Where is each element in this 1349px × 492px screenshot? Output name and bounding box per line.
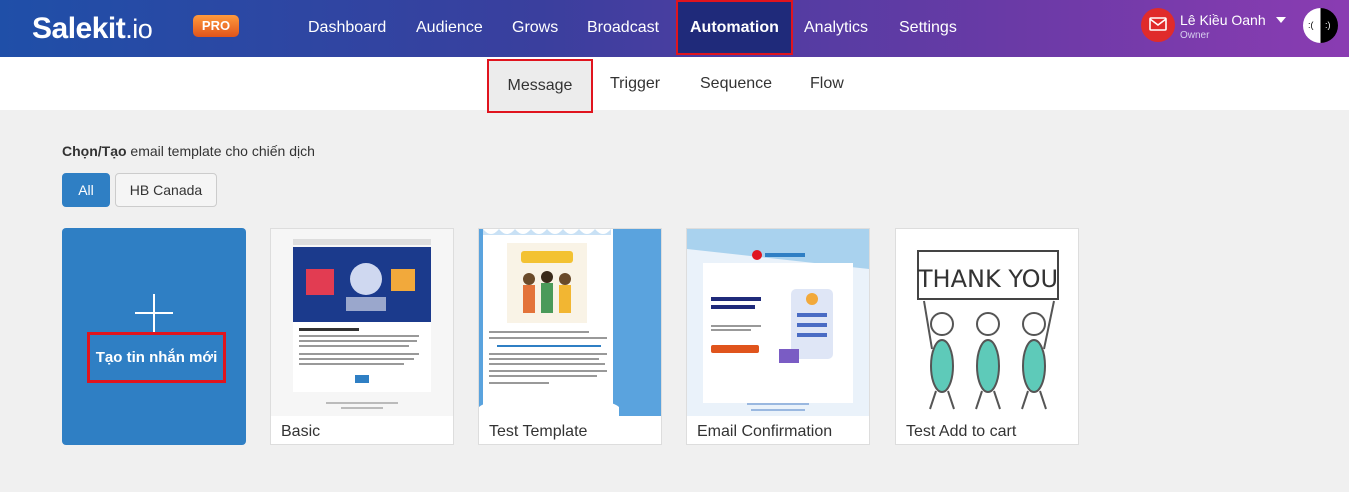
pro-badge: PRO [193, 15, 239, 37]
section-title: Chọn/Tạo email template cho chiến dịch [62, 143, 315, 159]
tab-message[interactable]: Message [487, 59, 593, 113]
template-caption: Test Add to cart [906, 423, 1017, 440]
filter-all[interactable]: All [62, 173, 110, 207]
template-caption: Email Confirmation [697, 423, 833, 440]
sub-tabs: Message Trigger Sequence Flow [0, 57, 1349, 113]
nav-audience[interactable]: Audience [416, 0, 483, 55]
avatar[interactable]: :( :) [1303, 8, 1338, 43]
template-thumbnail [271, 229, 453, 416]
template-caption: Test Template [489, 423, 588, 440]
create-message-card[interactable]: Tạo tin nhắn mới [62, 228, 246, 445]
nav-analytics[interactable]: Analytics [804, 0, 868, 55]
mail-icon[interactable] [1141, 8, 1175, 42]
template-card-basic[interactable]: Basic [270, 228, 454, 445]
template-card-email-confirmation[interactable]: Email Confirmation [686, 228, 870, 445]
template-thumbnail [479, 229, 661, 416]
nav-settings[interactable]: Settings [899, 0, 957, 55]
user-name[interactable]: Lê Kiều Oanh [1180, 12, 1266, 28]
nav-automation[interactable]: Automation [676, 0, 793, 55]
brand-logo[interactable]: Salekit.io [32, 12, 153, 46]
tab-trigger[interactable]: Trigger [610, 57, 660, 110]
svg-text:THANK YOU: THANK YOU [917, 265, 1058, 293]
template-thumbnail: THANK YOU [896, 229, 1078, 416]
tab-flow[interactable]: Flow [810, 57, 844, 110]
top-nav: Salekit.io PRO Dashboard Audience Grows … [0, 0, 1349, 57]
chevron-down-icon[interactable] [1276, 17, 1286, 23]
nav-grows[interactable]: Grows [512, 0, 558, 55]
filter-hb-canada[interactable]: HB Canada [115, 173, 217, 207]
template-card-test-template[interactable]: Test Template [478, 228, 662, 445]
template-card-test-add-to-cart[interactable]: THANK YOU Test Add to cart [895, 228, 1079, 445]
create-message-label[interactable]: Tạo tin nhắn mới [87, 332, 226, 383]
user-role: Owner [1180, 30, 1210, 41]
template-caption: Basic [281, 423, 321, 440]
nav-dashboard[interactable]: Dashboard [308, 0, 386, 55]
template-thumbnail [687, 229, 869, 416]
nav-broadcast[interactable]: Broadcast [587, 0, 659, 55]
tab-sequence[interactable]: Sequence [700, 57, 772, 110]
